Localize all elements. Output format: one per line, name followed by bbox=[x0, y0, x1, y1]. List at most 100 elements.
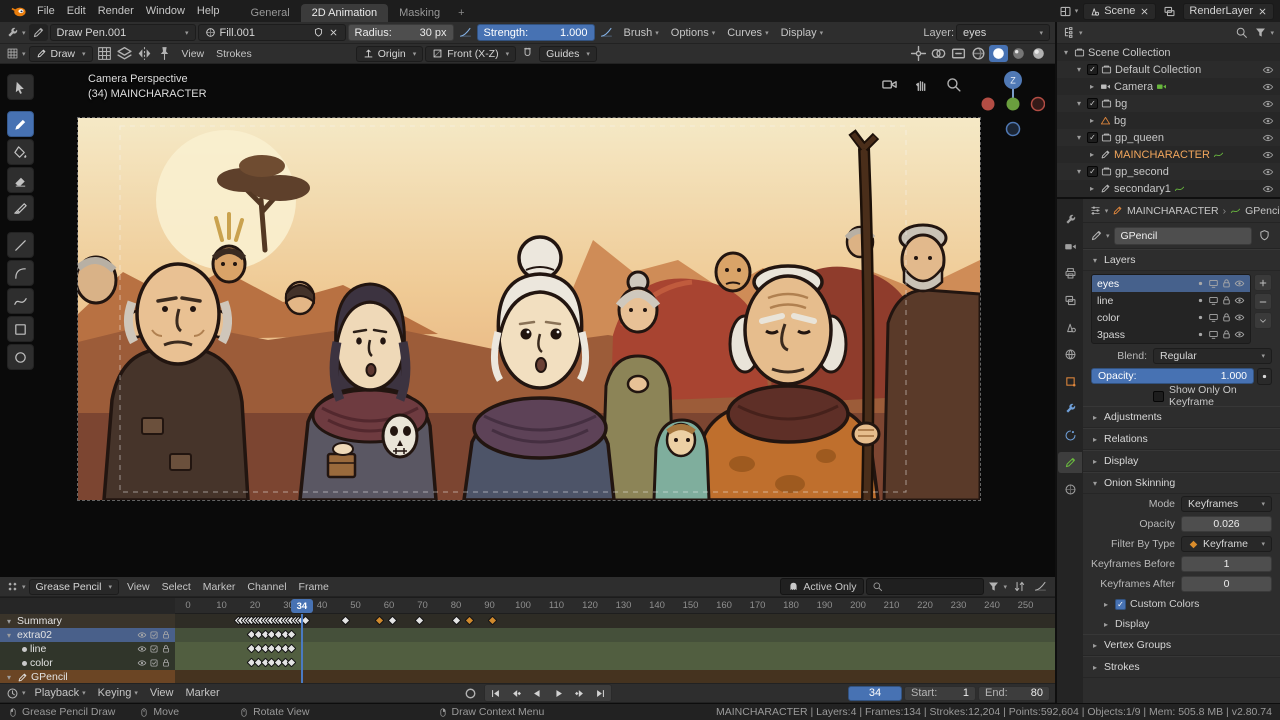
shading-material-button[interactable] bbox=[1009, 45, 1028, 62]
close-icon[interactable] bbox=[1139, 6, 1150, 17]
tool-erase-button[interactable] bbox=[7, 167, 34, 193]
visibility-eye-toggle[interactable] bbox=[1262, 98, 1278, 110]
outliner-item-gp-second[interactable]: ▾✓gp_second bbox=[1057, 163, 1280, 180]
keyframe[interactable] bbox=[287, 658, 297, 668]
visibility-eye-toggle[interactable] bbox=[1262, 166, 1278, 178]
xray-button[interactable] bbox=[949, 45, 968, 62]
outliner-item-camera[interactable]: ▸Camera bbox=[1057, 78, 1280, 95]
jump-first-button[interactable] bbox=[485, 685, 506, 701]
outliner-item-gp-queen[interactable]: ▾✓gp_queen bbox=[1057, 129, 1280, 146]
dopesheet-editor-icon[interactable]: ▾ bbox=[5, 578, 27, 595]
search-input[interactable] bbox=[887, 581, 967, 593]
workspace-tab-2d-animation[interactable]: 2D Animation bbox=[301, 4, 388, 22]
keyframe-orange[interactable] bbox=[464, 616, 474, 626]
grid-toggle-button[interactable] bbox=[95, 45, 114, 62]
keyframe[interactable] bbox=[341, 616, 351, 626]
playhead[interactable] bbox=[301, 614, 303, 683]
keyframe-area[interactable] bbox=[175, 614, 1055, 683]
outliner-filter-icon[interactable]: ▾ bbox=[1253, 24, 1275, 41]
outliner-item-default-collection[interactable]: ▾✓Default Collection bbox=[1057, 61, 1280, 78]
gp-layer-eyes[interactable]: eyes bbox=[1092, 275, 1250, 292]
panel-display[interactable]: ▸Display bbox=[1083, 450, 1280, 472]
panel-strokes[interactable]: ▸Strokes bbox=[1083, 656, 1280, 678]
normalize-button[interactable] bbox=[1031, 578, 1050, 595]
channel-track-gpencil[interactable] bbox=[175, 670, 1055, 683]
custom-colors-checkbox[interactable]: ✓ bbox=[1115, 599, 1126, 610]
dopesheet-menu-marker[interactable]: Marker bbox=[197, 581, 242, 593]
breadcrumb-data[interactable]: GPencil bbox=[1245, 205, 1280, 217]
panel-layers[interactable]: ▾Layers bbox=[1083, 249, 1280, 271]
mode-dropdown[interactable]: Keyframes▾ bbox=[1181, 496, 1272, 512]
dopesheet-mode-selector[interactable]: Grease Pencil▾ bbox=[29, 579, 119, 595]
subpanel-custom-colors[interactable]: ▸✓Custom Colors bbox=[1083, 594, 1280, 614]
collection-checkbox[interactable]: ✓ bbox=[1087, 132, 1098, 143]
panel-relations[interactable]: ▸Relations bbox=[1083, 428, 1280, 450]
strength-pressure-toggle[interactable] bbox=[597, 24, 616, 41]
properties-tab-view-layer[interactable] bbox=[1058, 290, 1082, 311]
keyframe[interactable] bbox=[287, 630, 297, 640]
close-icon[interactable] bbox=[1257, 6, 1268, 17]
radius-pressure-toggle[interactable] bbox=[456, 24, 475, 41]
outliner-item-bg[interactable]: ▸bg bbox=[1057, 112, 1280, 129]
stroke-placement-selector[interactable]: Origin▾ bbox=[356, 46, 424, 62]
properties-tab-output[interactable] bbox=[1058, 263, 1082, 284]
view-layer-icon[interactable] bbox=[1160, 3, 1179, 20]
viewport-editor-icon[interactable]: ▾ bbox=[5, 45, 27, 62]
next-keyframe-button[interactable] bbox=[569, 685, 590, 701]
navigation-gizmo[interactable]: Z bbox=[981, 68, 1045, 140]
keyframe-orange[interactable] bbox=[488, 616, 498, 626]
workspace-tab-general[interactable]: General bbox=[240, 4, 301, 22]
keyframe[interactable] bbox=[387, 616, 397, 626]
tool-cutter-button[interactable] bbox=[7, 195, 34, 221]
magnifier-button[interactable] bbox=[944, 76, 963, 93]
strength-slider[interactable]: Strength:1.000 bbox=[477, 24, 595, 41]
visibility-eye-toggle[interactable] bbox=[1262, 132, 1278, 144]
dopesheet-menu-view[interactable]: View bbox=[121, 581, 156, 593]
browse-data-button[interactable]: ▾ bbox=[1089, 227, 1111, 244]
play-button[interactable] bbox=[548, 685, 569, 701]
properties-tab-render[interactable] bbox=[1058, 236, 1082, 257]
tool-settings-menu-display[interactable]: Display▾ bbox=[775, 27, 830, 39]
playback-menu-marker[interactable]: Marker bbox=[179, 687, 225, 699]
properties-tab-object-data[interactable] bbox=[1058, 452, 1082, 473]
brush-selector[interactable]: Draw Pen.001▾ bbox=[50, 24, 196, 41]
fake-user-icon[interactable] bbox=[313, 27, 324, 38]
material-selector[interactable]: Fill.001 bbox=[198, 24, 346, 41]
datablock-name-field[interactable]: GPencil bbox=[1114, 227, 1252, 245]
layer-opacity-slider[interactable]: Opacity:1.000 bbox=[1091, 368, 1254, 384]
tool-arc-button[interactable] bbox=[7, 260, 34, 286]
viewport-canvas[interactable]: Camera Perspective (34) MAINCHARACTER Z bbox=[0, 64, 1055, 577]
camera-view-button[interactable] bbox=[880, 76, 899, 93]
menu-render[interactable]: Render bbox=[92, 5, 140, 17]
breadcrumb-object[interactable]: MAINCHARACTER bbox=[1127, 205, 1219, 217]
render-layer-selector[interactable]: RenderLayer bbox=[1183, 3, 1274, 20]
add-workspace-button[interactable]: + bbox=[451, 4, 471, 22]
dopesheet-body[interactable]: 0102030405060708090100110120130140150160… bbox=[0, 597, 1055, 683]
gp-layer-3pass[interactable]: 3pass bbox=[1092, 326, 1250, 343]
play-reverse-button[interactable] bbox=[527, 685, 548, 701]
playback-menu-keying[interactable]: Keying▾ bbox=[92, 687, 144, 699]
channel-extra02[interactable]: ▾extra02 bbox=[0, 628, 175, 642]
scene-selector[interactable]: Scene bbox=[1083, 3, 1156, 20]
keyframes-after-field[interactable]: 0 bbox=[1181, 576, 1272, 592]
tool-circle-button[interactable] bbox=[7, 344, 34, 370]
keyframes-before-field[interactable]: 1 bbox=[1181, 556, 1272, 572]
viewport-menu-strokes[interactable]: Strokes bbox=[210, 48, 258, 60]
dopesheet-menu-select[interactable]: Select bbox=[156, 581, 197, 593]
filter-funnel-button[interactable]: ▾ bbox=[986, 578, 1008, 595]
channel-track-line[interactable] bbox=[175, 642, 1055, 656]
filter-by-type-dropdown[interactable]: Keyframe▾ bbox=[1181, 536, 1272, 552]
panel-vertex-groups[interactable]: ▸Vertex Groups bbox=[1083, 634, 1280, 656]
mirror-toggle-button[interactable] bbox=[135, 45, 154, 62]
properties-tab-scene[interactable] bbox=[1058, 317, 1082, 338]
dopesheet-menu-channel[interactable]: Channel bbox=[241, 581, 292, 593]
playback-menu-playback[interactable]: Playback▾ bbox=[29, 687, 92, 699]
layer-minus-button[interactable] bbox=[1254, 293, 1272, 310]
visibility-eye-toggle[interactable] bbox=[1262, 115, 1278, 127]
gp-layer-color[interactable]: color bbox=[1092, 309, 1250, 326]
gizmo-button[interactable] bbox=[909, 45, 928, 62]
outliner-search-icon[interactable] bbox=[1232, 24, 1251, 41]
outliner-item-bg[interactable]: ▾✓bg bbox=[1057, 95, 1280, 112]
visibility-eye-toggle[interactable] bbox=[1262, 183, 1278, 195]
channel-track-color[interactable] bbox=[175, 656, 1055, 670]
